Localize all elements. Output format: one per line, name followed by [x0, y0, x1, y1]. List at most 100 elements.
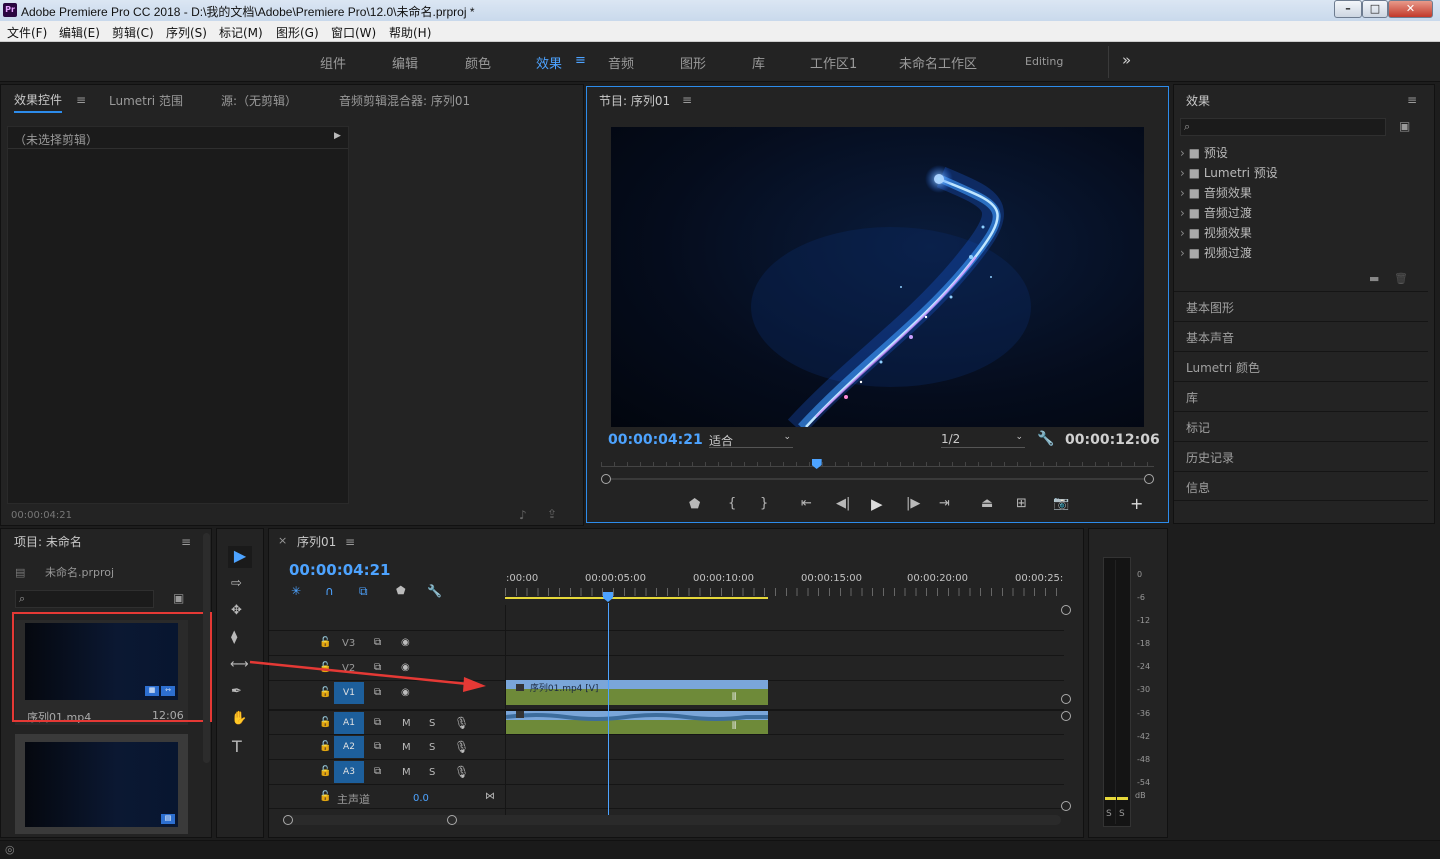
add-button-icon[interactable]: + [1130, 494, 1143, 513]
menu-help[interactable]: 帮助(H) [389, 24, 431, 41]
extract-icon[interactable]: ⊞ [1016, 496, 1027, 511]
section-info[interactable]: 信息 [1174, 471, 1428, 501]
track-target-a2[interactable]: A2 [334, 736, 364, 758]
microphone-icon[interactable]: 🎙 [454, 716, 469, 730]
section-lumetri-color[interactable]: Lumetri 颜色 [1174, 351, 1428, 381]
trash-icon[interactable]: 🗑 [1394, 272, 1408, 285]
lift-icon[interactable]: ⏏ [981, 496, 993, 511]
pen-tool-icon[interactable]: ✒ [231, 684, 242, 699]
program-ruler[interactable] [601, 455, 1154, 467]
go-to-in-icon[interactable]: ⇤ [801, 496, 812, 511]
audio-clip[interactable]: ⫴ [506, 711, 768, 734]
section-essential-sound[interactable]: 基本声音 [1174, 321, 1428, 351]
program-current-timecode[interactable]: 00:00:04:21 [608, 432, 703, 448]
insert-nest-icon[interactable]: ✳ [291, 584, 301, 598]
close-button[interactable]: ✕ [1388, 0, 1433, 18]
project-search-input[interactable]: ⌕ [15, 590, 154, 608]
program-menu-icon[interactable]: ≡ [682, 93, 692, 107]
mute-button[interactable]: M [402, 742, 411, 753]
timeline-timecode[interactable]: 00:00:04:21 [289, 561, 391, 579]
section-libraries[interactable]: 库 [1174, 381, 1428, 411]
solo-left-button[interactable]: S [1106, 809, 1112, 819]
lock-icon[interactable]: 🔓 [319, 637, 331, 648]
mark-out-icon[interactable]: } [760, 496, 768, 511]
workspace-editing-en[interactable]: Editing [1025, 55, 1063, 68]
folder-icon[interactable]: ▬ [1369, 272, 1379, 285]
solo-button[interactable]: S [429, 767, 435, 778]
workspace-audio[interactable]: 音频 [608, 53, 634, 72]
workspace-untitled[interactable]: 未命名工作区 [899, 53, 977, 72]
workspace-custom-1[interactable]: 工作区1 [810, 53, 857, 72]
workspace-overflow-icon[interactable]: » [1122, 51, 1131, 69]
scroll-handle-right[interactable] [1144, 474, 1154, 484]
lock-icon[interactable]: 🔓 [319, 662, 331, 673]
solo-button[interactable]: S [429, 718, 435, 729]
resolution-dropdown[interactable]: 1/2 ⌄ [941, 432, 1025, 448]
filter-audio-icon[interactable]: ♪ [519, 508, 527, 522]
step-forward-icon[interactable]: |▶ [906, 496, 920, 511]
vscroll-handle-mid[interactable] [1061, 694, 1071, 704]
video-clip[interactable]: 序列01.mp4 [V] ⫴ [506, 680, 768, 705]
track-target-a1[interactable]: A1 [334, 712, 364, 734]
effects-search-input[interactable]: ⌕ [1180, 118, 1386, 136]
export-frame-camera-icon[interactable]: 📷 [1053, 496, 1069, 511]
workspace-assembly[interactable]: 组件 [320, 53, 346, 72]
mark-in-icon[interactable]: { [728, 496, 736, 511]
mute-button[interactable]: M [402, 718, 411, 729]
effects-tree-item-audio-effects[interactable]: › ■ 音频效果 [1180, 184, 1424, 204]
selection-tool-icon[interactable]: ▶ [228, 546, 252, 568]
sync-lock-icon[interactable]: ⧉ [374, 687, 381, 698]
section-history[interactable]: 历史记录 [1174, 441, 1428, 471]
lock-icon[interactable]: 🔓 [319, 741, 331, 752]
track-target-v1[interactable]: V1 [334, 682, 364, 704]
lock-icon[interactable]: 🔓 [319, 791, 331, 802]
linked-selection-icon[interactable]: ⧉ [359, 584, 368, 599]
tab-source[interactable]: 源:（无剪辑） [221, 92, 297, 109]
play-icon[interactable]: ▶ [871, 495, 883, 513]
vscroll-handle-top[interactable] [1061, 605, 1071, 615]
sync-lock-icon[interactable]: ⧉ [374, 717, 381, 728]
microphone-icon[interactable]: 🎙 [454, 740, 469, 754]
program-playhead[interactable] [811, 459, 822, 469]
effects-tree-item-presets[interactable]: › ■ 预设 [1180, 144, 1424, 164]
wrench-settings-icon[interactable]: 🔧 [1037, 431, 1054, 447]
project-menu-icon[interactable]: ≡ [181, 535, 191, 549]
timeline-playhead-line[interactable] [608, 603, 609, 815]
panel-menu-icon[interactable]: ≡ [76, 93, 86, 107]
keyframe-handle-icon[interactable]: ⫴ [732, 692, 736, 703]
fit-dropdown[interactable]: 适合 ⌄ [709, 432, 793, 448]
hscroll-handle-right[interactable] [447, 815, 457, 825]
new-bin-icon[interactable]: ▣ [1399, 119, 1410, 133]
lock-icon[interactable]: 🔓 [319, 766, 331, 777]
section-markers[interactable]: 标记 [1174, 411, 1428, 441]
tab-lumetri-scopes[interactable]: Lumetri 范围 [109, 92, 183, 109]
eye-icon[interactable]: ◉ [401, 662, 410, 673]
tab-audio-clip-mixer[interactable]: 音频剪辑混合器: 序列01 [339, 92, 470, 109]
timeline-playhead-head[interactable] [603, 592, 613, 602]
effects-tree-item-video-effects[interactable]: › ■ 视频效果 [1180, 224, 1424, 244]
tab-effect-controls[interactable]: 效果控件 [14, 91, 63, 113]
step-back-icon[interactable]: ◀| [836, 496, 850, 511]
timeline-tab-sequence[interactable]: 序列01 [297, 533, 336, 550]
workspace-color[interactable]: 颜色 [465, 53, 491, 72]
timeline-settings-wrench-icon[interactable]: 🔧 [427, 584, 442, 598]
sync-lock-icon[interactable]: ⧉ [374, 741, 381, 752]
minimize-button[interactable]: – [1334, 0, 1362, 18]
hscroll-handle-left[interactable] [283, 815, 293, 825]
effects-tree-item-lumetri-presets[interactable]: › ■ Lumetri 预设 [1180, 164, 1424, 184]
ripple-edit-tool-icon[interactable]: ✥ [231, 603, 242, 618]
vscroll-handle-bottom[interactable] [1061, 801, 1071, 811]
go-to-out-icon[interactable]: ⇥ [939, 496, 950, 511]
menu-file[interactable]: 文件(F) [7, 24, 47, 41]
go-to-end-icon[interactable]: ⋈ [485, 791, 495, 802]
menu-window[interactable]: 窗口(W) [331, 24, 376, 41]
lock-icon[interactable]: 🔓 [319, 687, 331, 698]
workspace-editing[interactable]: 编辑 [392, 53, 418, 72]
project-item-card-2[interactable]: ▤ [15, 734, 188, 834]
section-essential-graphics[interactable]: 基本图形 [1174, 291, 1428, 321]
slip-tool-icon[interactable]: ⟷ [230, 657, 249, 672]
sync-lock-icon[interactable]: ⧉ [374, 766, 381, 777]
effects-tree-item-audio-transitions[interactable]: › ■ 音频过渡 [1180, 204, 1424, 224]
effects-tree-item-video-transitions[interactable]: › ■ 视频过渡 [1180, 244, 1424, 264]
video-frame[interactable] [611, 127, 1144, 427]
